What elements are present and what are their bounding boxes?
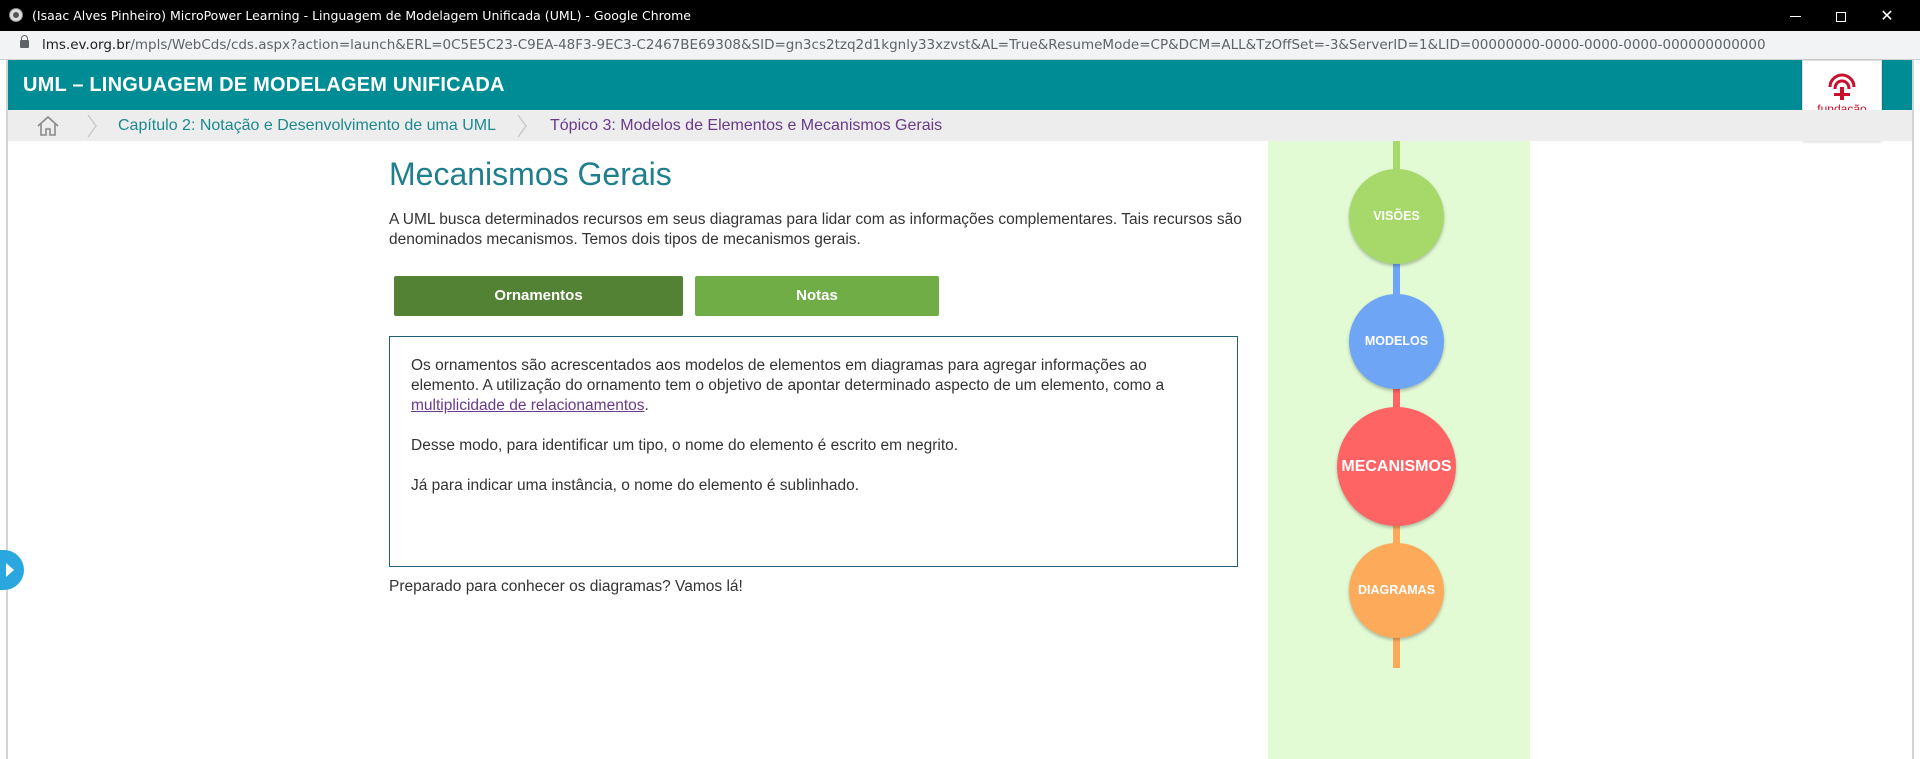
lock-icon (20, 35, 29, 48)
nav-connector (1393, 636, 1400, 668)
page-title: Mecanismos Gerais (389, 156, 672, 192)
url-text[interactable]: lms.ev.org.br/mpls/WebCds/cds.aspx?actio… (42, 37, 1766, 53)
address-bar[interactable]: lms.ev.org.br/mpls/WebCds/cds.aspx?actio… (0, 31, 1920, 60)
browser-title-bar: (Isaac Alves Pinheiro) MicroPower Learni… (0, 0, 1920, 31)
content-paragraph: Desse modo, para identificar um tipo, o … (411, 437, 959, 454)
content-paragraph: Já para indicar uma instância, o nome do… (411, 477, 860, 494)
nav-mecanismos[interactable]: MECANISMOS (1337, 407, 1456, 526)
content-text: . (644, 397, 649, 414)
right-frame-border (1912, 60, 1914, 759)
side-menu-toggle[interactable] (0, 550, 24, 590)
breadcrumb: Capítulo 2: Notação e Desenvolvimento de… (8, 110, 1912, 141)
course-title: UML – LINGUAGEM DE MODELAGEM UNIFICADA (23, 74, 505, 96)
closing-text: Preparado para conhecer os diagramas? Va… (389, 578, 743, 595)
tab-ornamentos[interactable]: Ornamentos (394, 276, 683, 316)
breadcrumb-separator-icon (517, 114, 527, 138)
course-header: UML – LINGUAGEM DE MODELAGEM UNIFICADA (8, 60, 1912, 110)
content-paragraph: Os ornamentos são acrescentados aos mode… (411, 356, 1217, 416)
window-title: (Isaac Alves Pinheiro) MicroPower Learni… (32, 8, 692, 23)
breadcrumb-chapter[interactable]: Capítulo 2: Notação e Desenvolvimento de… (118, 117, 496, 135)
home-icon[interactable] (36, 115, 60, 137)
bradesco-logo-icon (1828, 73, 1856, 100)
url-host: lms.ev.org.br (42, 37, 131, 53)
chrome-icon (9, 8, 23, 22)
tab-content-panel: Os ornamentos são acrescentados aos mode… (389, 336, 1238, 567)
tab-notas[interactable]: Notas (695, 276, 939, 316)
content-text: Os ornamentos são acrescentados aos mode… (411, 357, 1165, 394)
intro-text: A UML busca determinados recursos em seu… (389, 211, 1242, 248)
close-button[interactable]: ✕ (1864, 0, 1910, 31)
minimize-button[interactable] (1772, 0, 1818, 31)
maximize-button[interactable] (1818, 0, 1864, 31)
nav-modelos[interactable]: MODELOS (1349, 294, 1444, 389)
multiplicidade-link[interactable]: multiplicidade de relacionamentos (411, 397, 645, 414)
maximize-icon (1836, 11, 1846, 22)
nav-connector (1393, 262, 1400, 296)
minimize-icon (1789, 16, 1801, 17)
url-path: /mpls/WebCds/cds.aspx?action=launch&ERL=… (130, 37, 1766, 53)
nav-connector (1393, 141, 1400, 171)
nav-diagramas[interactable]: DIAGRAMAS (1349, 543, 1444, 638)
nav-connector (1393, 387, 1400, 409)
nav-visoes[interactable]: VISÕES (1349, 169, 1444, 264)
breadcrumb-topic[interactable]: Tópico 3: Modelos de Elementos e Mecanis… (550, 117, 942, 135)
close-icon: ✕ (1880, 6, 1894, 25)
nav-connector (1393, 524, 1400, 545)
left-frame-border (6, 60, 8, 759)
breadcrumb-separator-icon (87, 114, 97, 138)
